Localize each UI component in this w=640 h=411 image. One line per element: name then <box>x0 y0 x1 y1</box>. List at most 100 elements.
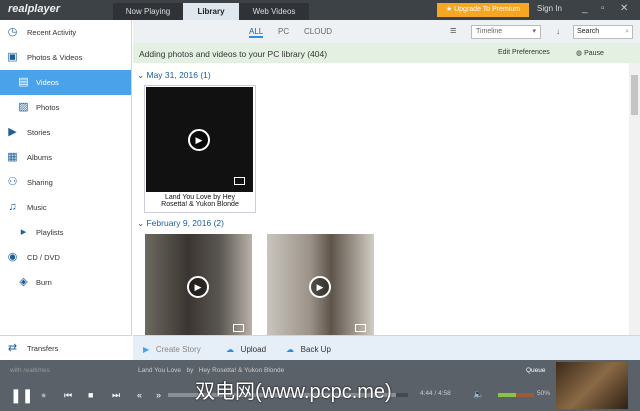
sidebar-item-burn[interactable]: ◈ Burn <box>0 270 131 295</box>
filter-all[interactable]: ALL <box>249 27 264 38</box>
search-input[interactable]: Search ⌕ <box>573 25 633 39</box>
sort-direction-icon[interactable]: ↓ <box>556 27 560 36</box>
photos-icon: ▣ <box>7 51 18 63</box>
cloud-upload-icon: ☁ <box>226 345 234 354</box>
queue-button[interactable]: Queue <box>526 367 546 374</box>
minimize-icon[interactable]: _ <box>582 3 588 14</box>
pause-icon[interactable]: ❚❚ <box>10 387 33 404</box>
sidebar-item-recent-activity[interactable]: ◷ Recent Activity <box>0 20 131 45</box>
search-icon: ⌕ <box>625 28 629 35</box>
list-view-icon[interactable]: ≡ <box>450 25 456 37</box>
sidebar-item-label: Playlists <box>36 228 64 237</box>
create-story-label: Create Story <box>155 345 201 354</box>
sidebar-item-label: Stories <box>27 128 51 137</box>
tab-web-videos[interactable]: Web Videos <box>239 3 309 20</box>
backup-button[interactable]: ☁ Back Up <box>286 345 331 354</box>
video-tile[interactable]: ▶ Land You Love by Hey Rosetta! & Yukon … <box>144 85 256 213</box>
albums-icon: ▦ <box>7 151 18 163</box>
scrollbar[interactable] <box>629 63 640 335</box>
import-status: Adding photos and videos to your PC libr… <box>139 49 328 59</box>
sidebar-item-sharing[interactable]: ⚇ Sharing <box>0 170 131 195</box>
upload-button[interactable]: ☁ Upload <box>226 345 266 354</box>
sidebar-item-cd-dvd[interactable]: ◉ CD / DVD <box>0 245 131 270</box>
rewind-icon[interactable]: « <box>137 390 142 400</box>
sign-in-link[interactable]: Sign In <box>537 4 562 13</box>
import-banner: Adding photos and videos to your PC libr… <box>133 43 640 63</box>
sidebar-item-transfers[interactable]: ⇄ Transfers <box>0 335 132 360</box>
record-icon[interactable]: ● <box>41 390 46 400</box>
now-playing-thumbnail[interactable] <box>556 362 628 409</box>
play-icon[interactable]: ▶ <box>188 129 210 151</box>
sidebar: ◷ Recent Activity ▣ Photos & Videos ▤ Video… <box>0 20 132 360</box>
watermark: 双电网(www.pcpc.me) <box>195 381 392 403</box>
video-tile[interactable]: ▶ <box>267 234 374 335</box>
fast-forward-icon[interactable]: » <box>156 390 161 400</box>
sidebar-item-label: Music <box>27 203 47 212</box>
time-display: 4:44 / 4:58 <box>420 390 451 397</box>
by-label: by <box>186 367 194 374</box>
tab-library[interactable]: Library <box>183 3 239 20</box>
sidebar-item-photos[interactable]: ▨ Photos <box>0 95 131 120</box>
filter-cloud[interactable]: CLOUD <box>304 27 332 36</box>
sidebar-item-albums[interactable]: ▦ Albums <box>0 145 131 170</box>
edit-preferences-link[interactable]: Edit Preferences <box>498 49 550 56</box>
filter-bar <box>133 20 640 43</box>
chevron-down-icon: ▾ <box>532 28 536 35</box>
tab-now-playing[interactable]: Now Playing <box>113 3 183 20</box>
title-bar: realplayer Now Playing Library Web Video… <box>0 0 640 20</box>
sidebar-item-label: Transfers <box>27 344 59 353</box>
volume-icon[interactable]: 🔈 <box>473 389 484 400</box>
video-type-icon <box>234 177 245 185</box>
section-date-label: February 9, 2016 (2) <box>146 218 224 228</box>
transfers-icon: ⇄ <box>7 342 18 354</box>
section-date: ⌄ May 31, 2016 (1) <box>137 70 211 80</box>
volume-percent: 50% <box>537 390 551 397</box>
video-thumbnail: ▶ <box>146 87 253 192</box>
video-thumbnail: ▶ <box>145 234 252 335</box>
filter-pc[interactable]: PC <box>278 27 289 36</box>
play-icon[interactable]: ▶ <box>187 276 209 298</box>
sidebar-item-label: Videos <box>36 78 59 87</box>
sidebar-item-videos[interactable]: ▤ Videos <box>0 70 131 95</box>
previous-icon[interactable]: ⏮ <box>64 390 72 401</box>
sidebar-item-playlists[interactable]: ▸ Playlists <box>0 220 131 245</box>
music-icon: ♫ <box>8 201 17 213</box>
close-icon[interactable]: ✕ <box>620 3 628 14</box>
upload-label: Upload <box>240 345 267 354</box>
now-playing-info: Land You Love by Hey Rosetta! & Yukon Bl… <box>138 367 284 374</box>
video-type-icon <box>233 324 244 332</box>
sharing-icon: ⚇ <box>7 176 18 188</box>
video-tile[interactable]: ▶ <box>145 234 252 335</box>
stories-icon: ▶ <box>8 126 17 138</box>
next-icon[interactable]: ⏭ <box>112 390 120 401</box>
pause-button[interactable]: ◍ Pause <box>576 49 604 57</box>
sidebar-item-stories[interactable]: ▶ Stories <box>0 120 131 145</box>
maximize-icon[interactable]: ▫ <box>601 3 605 14</box>
photo-icon: ▨ <box>18 101 29 113</box>
upgrade-button[interactable]: ★ Upgrade To Premium <box>437 3 529 17</box>
pause-label: Pause <box>584 50 604 57</box>
sidebar-item-label: Burn <box>36 278 52 287</box>
track-artist: Hey Rosetta! & Yukon Blonde <box>198 367 285 374</box>
media-grid: ⌄ May 31, 2016 (1) ▶ Land You Love by He… <box>133 63 629 335</box>
burn-icon: ◈ <box>19 276 28 288</box>
play-icon[interactable]: ▶ <box>309 276 331 298</box>
stop-icon[interactable]: ■ <box>88 390 93 400</box>
realtimes-logo: with realtimes <box>10 367 50 374</box>
sort-select[interactable]: Timeline ▾ <box>471 25 541 39</box>
video-type-icon <box>355 324 366 332</box>
video-caption: Land You Love by Hey Rosetta! & Yukon Bl… <box>161 194 239 208</box>
create-story-button[interactable]: ▶ Create Story <box>143 345 201 354</box>
sidebar-item-music[interactable]: ♫ Music <box>0 195 131 220</box>
sidebar-item-label: CD / DVD <box>27 253 60 262</box>
video-thumbnail: ▶ <box>267 234 374 335</box>
cloud-icon: ☁ <box>286 345 294 354</box>
clock-icon: ◷ <box>7 26 18 38</box>
section-date-label: May 31, 2016 (1) <box>146 70 211 80</box>
sidebar-item-label: Photos & Videos <box>27 53 83 62</box>
volume-slider[interactable] <box>498 393 534 397</box>
backup-label: Back Up <box>300 345 331 354</box>
sidebar-item-photos-videos[interactable]: ▣ Photos & Videos <box>0 45 131 70</box>
sort-value: Timeline <box>476 28 503 35</box>
track-title: Land You Love <box>138 367 182 374</box>
